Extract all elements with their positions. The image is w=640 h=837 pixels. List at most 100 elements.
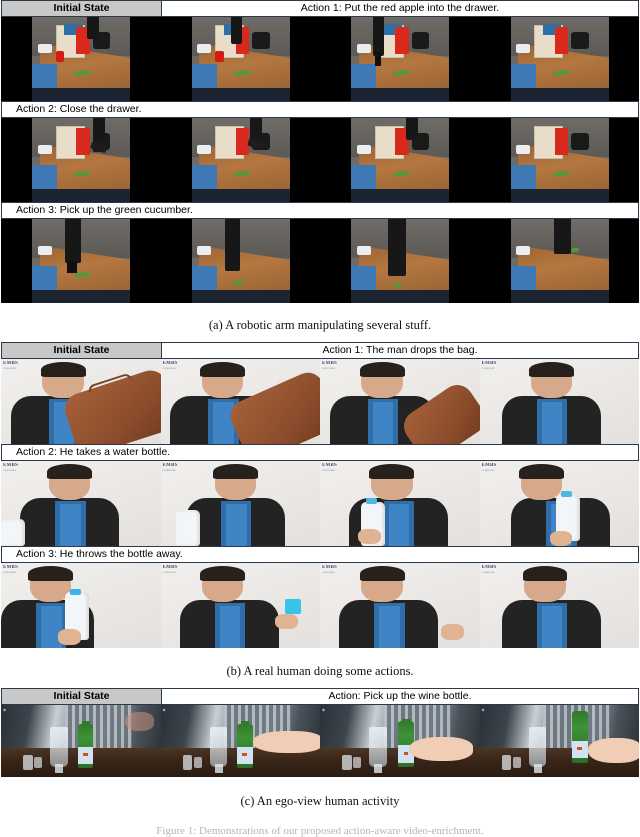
hair	[28, 565, 73, 581]
hand	[549, 530, 572, 546]
window-blinds	[64, 705, 132, 750]
frame-a2-2	[160, 118, 320, 202]
robot-scene	[32, 17, 130, 101]
human-scene: EMBS corporate	[160, 461, 320, 546]
panel-a-caption: (a) A robotic arm manipulating several s…	[208, 318, 432, 332]
watermark: EMBS corporate	[3, 463, 18, 472]
robot-arm	[388, 219, 406, 277]
hair	[47, 463, 92, 479]
salt-shaker	[342, 755, 352, 770]
label-mark	[403, 751, 409, 755]
glass-stem	[374, 764, 383, 773]
frame-a1-2	[160, 17, 320, 101]
robot-scene	[191, 219, 290, 303]
human-scene: EMBS corporate	[320, 461, 480, 546]
black-fixture	[571, 32, 589, 49]
white-objects	[197, 144, 212, 155]
robot-scene	[351, 219, 449, 303]
glass	[50, 726, 68, 767]
drawer-front-red	[395, 27, 409, 54]
hand	[58, 629, 81, 645]
bottle-thrown	[284, 598, 301, 614]
glass-stem	[55, 764, 64, 773]
hair	[359, 565, 405, 581]
robot-scene	[191, 118, 290, 202]
frame-a2-4	[479, 118, 639, 202]
action-label-b1-text: Action 1: The man drops the bag.	[322, 344, 478, 356]
robot-arm	[65, 219, 81, 263]
white-objects	[516, 144, 531, 155]
frame-b1-1: EMBS corporate	[1, 359, 161, 444]
robot-arm	[405, 118, 418, 140]
hand	[358, 529, 381, 545]
floor-dark	[191, 188, 290, 202]
hand	[275, 614, 298, 630]
action-label-c1: Action: Pick up the wine bottle.	[162, 688, 639, 705]
figure-page: Initial State Action 1: Put the red appl…	[0, 0, 640, 837]
white-objects	[516, 245, 531, 256]
pepper-shaker	[353, 756, 362, 769]
white-objects	[37, 144, 52, 155]
panel-a-row2-frames	[1, 118, 639, 202]
action-label-a1-text: Action 1: Put the red apple into the dra…	[300, 2, 500, 14]
frame-a1-4	[479, 17, 639, 101]
floor-dark	[351, 188, 449, 202]
hair	[40, 361, 86, 377]
hair	[528, 361, 574, 377]
robot-arm	[230, 17, 243, 44]
bottle-cap	[366, 497, 378, 504]
frame-c1-1: ◆	[1, 705, 161, 777]
drawer-front-red	[554, 128, 569, 155]
frame-a2-3	[320, 118, 480, 202]
robot-arm	[86, 17, 99, 39]
label-mark	[82, 753, 88, 757]
hand	[125, 712, 155, 731]
frame-b1-2: EMBS corporate	[160, 359, 320, 444]
action-label-b3: Action 3: He throws the bottle away.	[1, 546, 639, 563]
panel-c-row1-header: Initial State Action: Pick up the wine b…	[1, 688, 639, 705]
hand	[441, 624, 464, 640]
frame-a3-2	[160, 219, 320, 303]
shirt-inner	[388, 503, 410, 546]
white-objects	[197, 245, 212, 256]
frame-a2-1	[1, 118, 161, 202]
floor-dark	[32, 188, 130, 202]
action-label-a1: Action 1: Put the red apple into the dra…	[162, 0, 639, 17]
water-bottle	[1, 518, 25, 546]
floor-dark	[351, 289, 449, 303]
robot-scene	[32, 118, 130, 202]
human-scene: EMBS corporate	[1, 563, 161, 648]
robot-scene	[510, 219, 609, 303]
hair	[200, 361, 246, 377]
floor-dark	[32, 289, 130, 303]
hair	[213, 463, 258, 479]
hair	[519, 463, 565, 479]
frame-c1-3: ◆	[320, 705, 480, 777]
frame-b3-2: EMBS corporate	[160, 563, 320, 648]
glass	[528, 726, 547, 767]
frame-b1-3: EMBS corporate	[320, 359, 480, 444]
glass	[369, 726, 387, 767]
frame-b3-4: EMBS corporate	[479, 563, 639, 648]
watermark: ◆	[481, 707, 485, 712]
floor-dark	[191, 87, 290, 101]
salt-shaker	[23, 755, 33, 770]
human-scene: EMBS corporate	[160, 563, 320, 648]
panel-b-human: Initial State Action 1: The man drops th…	[0, 342, 640, 688]
frame-a3-1	[1, 219, 161, 303]
frame-a3-4	[479, 219, 639, 303]
panel-b-row1-frames: EMBS corporate EMBS corporate EMBS corpo…	[1, 359, 639, 444]
glass-stem	[214, 764, 223, 773]
watermark: EMBS corporate	[162, 361, 178, 370]
frame-a1-3	[320, 17, 480, 101]
panel-b-row2-frames: EMBS corporate EMBS corporate EMBS corpo…	[1, 461, 639, 546]
hair	[200, 565, 246, 581]
panel-c-caption: (c) An ego-view human activity	[240, 794, 400, 808]
watermark: EMBS corporate	[481, 361, 497, 370]
salt-shaker	[501, 755, 512, 770]
bottle-label	[572, 741, 588, 759]
label-mark	[577, 747, 583, 751]
shirt-inner	[541, 401, 563, 444]
floor-dark	[510, 188, 609, 202]
panel-a-row1-header: Initial State Action 1: Put the red appl…	[1, 0, 639, 17]
